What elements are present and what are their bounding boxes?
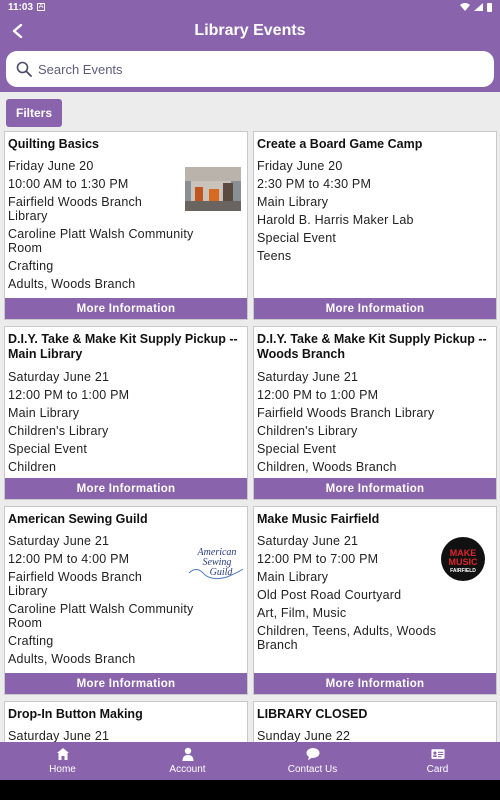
event-title: Drop-In Button Making <box>8 707 143 721</box>
event-card[interactable]: Quilting Basics Friday June 20 10:00 AM … <box>4 131 248 320</box>
event-location: Fairfield Woods Branch Library <box>257 406 435 420</box>
event-audience: Children, Woods Branch <box>257 460 397 474</box>
event-time: 12:00 PM to 4:00 PM <box>8 552 130 566</box>
nav-card[interactable]: Card <box>375 742 500 780</box>
event-date: Saturday June 21 <box>8 534 110 548</box>
event-location: Fairfield Woods Branch Library <box>8 570 143 598</box>
event-category: Special Event <box>8 442 88 456</box>
event-date: Saturday June 21 <box>8 729 110 742</box>
more-information-button[interactable]: More Information <box>254 298 496 319</box>
event-location: Main Library <box>257 195 329 209</box>
signal-icon <box>474 3 483 11</box>
event-date: Saturday June 21 <box>257 534 359 548</box>
make-music-logo: MAKE MUSIC FAIRFIELD <box>441 537 485 581</box>
event-date: Saturday June 21 <box>8 370 110 384</box>
nav-label: Card <box>426 764 449 775</box>
nav-contact-us[interactable]: Contact Us <box>250 742 375 780</box>
event-location: Main Library <box>257 570 329 584</box>
status-bar: 11:03 A <box>0 0 500 14</box>
search-placeholder: Search Events <box>38 61 123 77</box>
event-room: Caroline Platt Walsh Community Room <box>8 602 194 630</box>
event-time: 10:00 AM to 1:30 PM <box>8 177 129 191</box>
home-icon <box>56 748 69 760</box>
status-time: 11:03 <box>8 1 34 13</box>
more-information-button[interactable]: More Information <box>254 478 496 499</box>
more-information-button[interactable]: More Information <box>254 673 496 694</box>
event-title: D.I.Y. Take & Make Kit Supply Pickup -- … <box>8 332 238 361</box>
notification-icon: A <box>37 3 46 11</box>
event-audience: Children <box>8 460 57 474</box>
event-room: Children's Library <box>257 424 358 438</box>
event-card[interactable]: Make Music Fairfield Saturday June 21 12… <box>253 506 497 695</box>
event-date: Friday June 20 <box>8 159 94 173</box>
event-card[interactable]: Drop-In Button Making Saturday June 21 <box>4 701 248 742</box>
nav-account[interactable]: Account <box>125 742 250 780</box>
event-room: Old Post Road Courtyard <box>257 588 402 602</box>
event-card[interactable]: American Sewing Guild Saturday June 21 1… <box>4 506 248 695</box>
event-title: Create a Board Game Camp <box>257 137 423 151</box>
event-card[interactable]: Create a Board Game Camp Friday June 20 … <box>253 131 497 320</box>
nav-label: Home <box>49 764 76 775</box>
search-input[interactable]: Search Events <box>6 51 494 87</box>
event-time: 12:00 PM to 1:00 PM <box>257 388 379 402</box>
event-card[interactable]: LIBRARY CLOSED Sunday June 22 <box>253 701 497 742</box>
event-location: Fairfield Woods Branch Library <box>8 195 143 223</box>
system-gesture-bar <box>0 780 500 800</box>
event-title: Make Music Fairfield <box>257 512 380 526</box>
event-title: Quilting Basics <box>8 137 99 151</box>
page-title: Library Events <box>194 22 306 39</box>
event-date: Friday June 20 <box>257 159 343 173</box>
bottom-navigation: Home Account Contact Us Card <box>0 742 500 780</box>
svg-text:FAIRFIELD: FAIRFIELD <box>450 568 476 574</box>
event-image <box>185 167 241 211</box>
back-arrow-icon[interactable] <box>6 19 30 43</box>
battery-icon <box>487 2 492 12</box>
event-title: LIBRARY CLOSED <box>257 707 368 721</box>
event-room: Caroline Platt Walsh Community Room <box>8 227 194 255</box>
event-date: Sunday June 22 <box>257 729 351 742</box>
svg-text:MUSIC: MUSIC <box>449 557 479 567</box>
search-icon <box>16 61 32 77</box>
american-sewing-guild-logo: American Sewing Guild <box>188 547 244 580</box>
filters-button[interactable]: Filters <box>6 99 62 127</box>
event-category: Crafting <box>8 634 54 648</box>
event-title: D.I.Y. Take & Make Kit Supply Pickup -- … <box>257 332 487 361</box>
event-date: Saturday June 21 <box>257 370 359 384</box>
event-time: 12:00 PM to 7:00 PM <box>257 552 379 566</box>
search-bar-container: Search Events <box>0 48 500 92</box>
event-card[interactable]: D.I.Y. Take & Make Kit Supply Pickup -- … <box>253 326 497 500</box>
more-information-button[interactable]: More Information <box>5 298 247 319</box>
chat-bubble-icon <box>306 748 319 761</box>
person-icon <box>182 747 193 761</box>
event-room: Children's Library <box>8 424 109 438</box>
event-category: Special Event <box>257 442 337 456</box>
wifi-icon <box>460 3 470 11</box>
event-time: 2:30 PM to 4:30 PM <box>257 177 372 191</box>
nav-label: Account <box>169 764 206 775</box>
event-time: 12:00 PM to 1:00 PM <box>8 388 130 402</box>
event-audience: Adults, Woods Branch <box>8 652 136 666</box>
app-bar: Library Events <box>0 14 500 48</box>
event-category: Special Event <box>257 231 337 245</box>
event-location: Main Library <box>8 406 80 420</box>
event-audience: Adults, Woods Branch <box>8 277 136 291</box>
event-category: Crafting <box>8 259 54 273</box>
event-audience: Teens <box>257 249 292 263</box>
event-category: Art, Film, Music <box>257 606 347 620</box>
more-information-button[interactable]: More Information <box>5 478 247 499</box>
nav-label: Contact Us <box>287 764 338 775</box>
event-card[interactable]: D.I.Y. Take & Make Kit Supply Pickup -- … <box>4 326 248 500</box>
event-title: American Sewing Guild <box>8 512 148 526</box>
event-room: Harold B. Harris Maker Lab <box>257 213 414 227</box>
event-audience: Children, Teens, Adults, Woods Branch <box>257 624 437 652</box>
more-information-button[interactable]: More Information <box>5 673 247 694</box>
id-card-icon <box>430 749 445 759</box>
nav-home[interactable]: Home <box>0 742 125 780</box>
